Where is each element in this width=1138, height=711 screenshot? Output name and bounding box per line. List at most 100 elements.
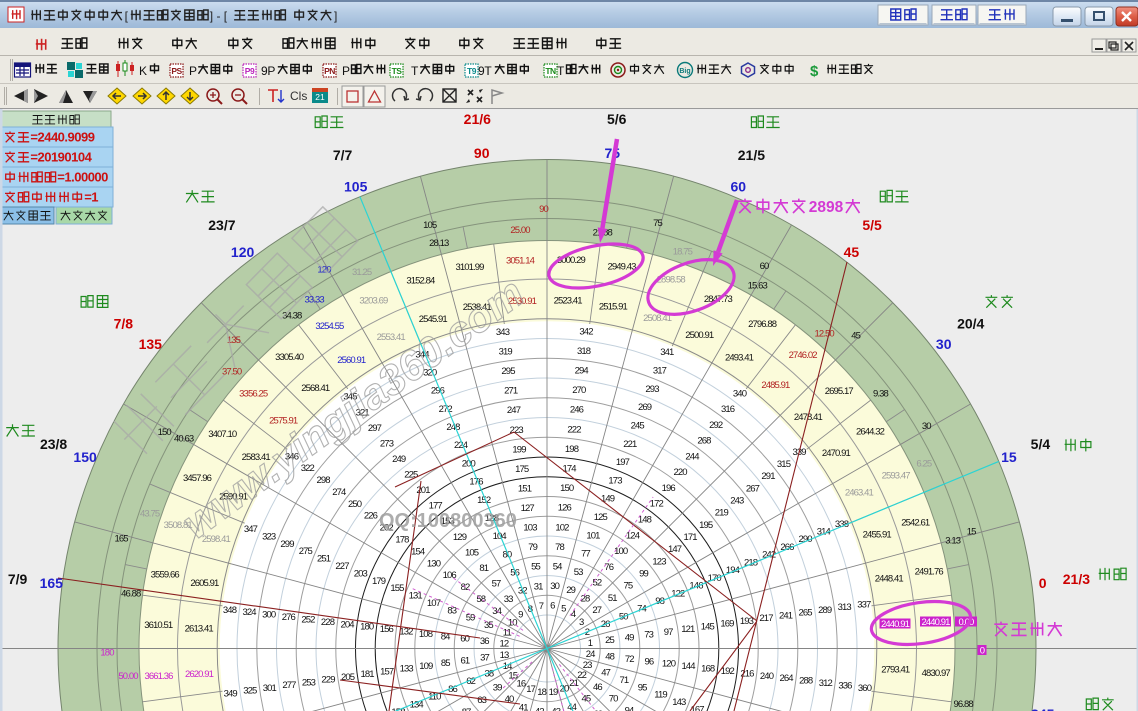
svg-text:K: K bbox=[139, 64, 147, 78]
svg-text:316: 316 bbox=[721, 404, 735, 415]
svg-text:81: 81 bbox=[479, 563, 488, 574]
svg-text:349: 349 bbox=[224, 688, 238, 699]
svg-text:295: 295 bbox=[501, 366, 515, 377]
svg-text:317: 317 bbox=[653, 366, 667, 377]
svg-text:24: 24 bbox=[586, 649, 595, 660]
svg-text:87: 87 bbox=[462, 707, 471, 711]
svg-text:25.00: 25.00 bbox=[510, 225, 530, 236]
svg-text:37: 37 bbox=[480, 653, 489, 664]
svg-text:347: 347 bbox=[244, 524, 258, 535]
svg-text:179: 179 bbox=[372, 576, 386, 587]
svg-text:133: 133 bbox=[400, 664, 414, 675]
svg-text:2796.88: 2796.88 bbox=[748, 319, 777, 330]
svg-text:15: 15 bbox=[967, 527, 976, 538]
svg-text:319: 319 bbox=[499, 347, 513, 358]
svg-text:2620.91: 2620.91 bbox=[185, 669, 214, 680]
svg-text:245: 245 bbox=[631, 420, 645, 431]
svg-text:199: 199 bbox=[512, 444, 526, 455]
svg-text:97: 97 bbox=[664, 627, 673, 638]
svg-text:6: 6 bbox=[550, 601, 555, 612]
svg-text:45: 45 bbox=[844, 244, 860, 260]
svg-text:165: 165 bbox=[40, 575, 64, 591]
svg-text:9.38: 9.38 bbox=[873, 389, 889, 400]
svg-text:2523.41: 2523.41 bbox=[554, 296, 583, 307]
svg-text:$: $ bbox=[810, 63, 819, 80]
svg-text:180: 180 bbox=[360, 622, 374, 633]
svg-text:6.25: 6.25 bbox=[916, 459, 932, 470]
svg-text:12.50: 12.50 bbox=[815, 329, 835, 340]
svg-text:9T: 9T bbox=[478, 64, 492, 78]
svg-text:11: 11 bbox=[503, 628, 512, 639]
svg-text:241: 241 bbox=[779, 610, 793, 621]
svg-text:248: 248 bbox=[446, 422, 460, 433]
svg-text:201: 201 bbox=[416, 485, 430, 496]
svg-text:277: 277 bbox=[282, 680, 296, 691]
svg-text:247: 247 bbox=[507, 405, 521, 416]
svg-text:Big: Big bbox=[679, 68, 690, 75]
svg-text:120: 120 bbox=[231, 244, 255, 260]
svg-text:126: 126 bbox=[558, 503, 572, 514]
svg-text:37.50: 37.50 bbox=[222, 367, 242, 378]
svg-text:149: 149 bbox=[601, 494, 615, 505]
svg-text:5/6: 5/6 bbox=[607, 111, 627, 127]
svg-text:7/7: 7/7 bbox=[333, 147, 353, 163]
svg-text:46: 46 bbox=[593, 682, 602, 693]
svg-text:29: 29 bbox=[566, 585, 575, 596]
svg-text:3610.51: 3610.51 bbox=[144, 620, 173, 631]
svg-text:272: 272 bbox=[439, 404, 453, 415]
svg-text:32: 32 bbox=[518, 586, 527, 597]
svg-text:360: 360 bbox=[858, 683, 872, 694]
svg-text:170: 170 bbox=[708, 573, 722, 584]
svg-text:2695.17: 2695.17 bbox=[825, 386, 854, 397]
svg-text:T: T bbox=[557, 64, 565, 78]
svg-text:78: 78 bbox=[555, 542, 564, 553]
svg-text:60: 60 bbox=[760, 261, 769, 272]
svg-text:9P: 9P bbox=[261, 64, 275, 78]
svg-text:96.88: 96.88 bbox=[954, 699, 974, 710]
svg-text:54: 54 bbox=[553, 562, 562, 573]
svg-text:43.75: 43.75 bbox=[140, 509, 160, 520]
svg-text:75: 75 bbox=[624, 581, 633, 592]
svg-text:=20190104: =20190104 bbox=[30, 150, 92, 165]
svg-text:34.38: 34.38 bbox=[282, 311, 302, 322]
svg-text:PS: PS bbox=[171, 66, 182, 76]
svg-text:13: 13 bbox=[500, 650, 509, 661]
svg-text:56: 56 bbox=[510, 568, 519, 579]
svg-text:145: 145 bbox=[701, 621, 715, 632]
svg-text:291: 291 bbox=[761, 471, 775, 482]
svg-text:269: 269 bbox=[638, 402, 652, 413]
svg-text:3559.66: 3559.66 bbox=[151, 569, 180, 580]
svg-text:3407.10: 3407.10 bbox=[208, 429, 237, 440]
svg-text:2746.02: 2746.02 bbox=[789, 350, 818, 361]
svg-text:75: 75 bbox=[653, 218, 662, 229]
svg-text:2491.76: 2491.76 bbox=[915, 566, 944, 577]
svg-text:9: 9 bbox=[518, 610, 523, 621]
svg-text:143: 143 bbox=[672, 697, 686, 708]
svg-text:194: 194 bbox=[726, 565, 740, 576]
svg-text:83: 83 bbox=[447, 605, 456, 616]
svg-text:101: 101 bbox=[586, 530, 600, 541]
svg-text:3356.25: 3356.25 bbox=[239, 388, 268, 399]
svg-text:3305.40: 3305.40 bbox=[275, 352, 304, 363]
svg-text:249: 249 bbox=[392, 454, 406, 465]
svg-text:292: 292 bbox=[709, 420, 723, 431]
svg-text:150: 150 bbox=[158, 427, 172, 438]
svg-text:270: 270 bbox=[572, 385, 586, 396]
svg-text:175: 175 bbox=[515, 464, 529, 475]
svg-text:=1: =1 bbox=[84, 190, 98, 205]
svg-text:30: 30 bbox=[936, 336, 952, 352]
svg-text:265: 265 bbox=[799, 608, 813, 619]
svg-text:222: 222 bbox=[567, 424, 581, 435]
svg-text:21/3: 21/3 bbox=[1063, 571, 1090, 587]
svg-text:312: 312 bbox=[819, 678, 833, 689]
svg-text:72: 72 bbox=[625, 654, 634, 665]
svg-text:172: 172 bbox=[650, 499, 664, 510]
svg-text:=1.00000: =1.00000 bbox=[57, 170, 108, 185]
svg-text:49: 49 bbox=[625, 632, 634, 643]
svg-text:30: 30 bbox=[550, 581, 559, 592]
svg-text:180: 180 bbox=[100, 647, 114, 658]
svg-text:2500.91: 2500.91 bbox=[685, 330, 714, 341]
svg-text:21/6: 21/6 bbox=[464, 111, 491, 127]
svg-text:337: 337 bbox=[857, 599, 871, 610]
svg-text:4830.97: 4830.97 bbox=[922, 668, 951, 679]
